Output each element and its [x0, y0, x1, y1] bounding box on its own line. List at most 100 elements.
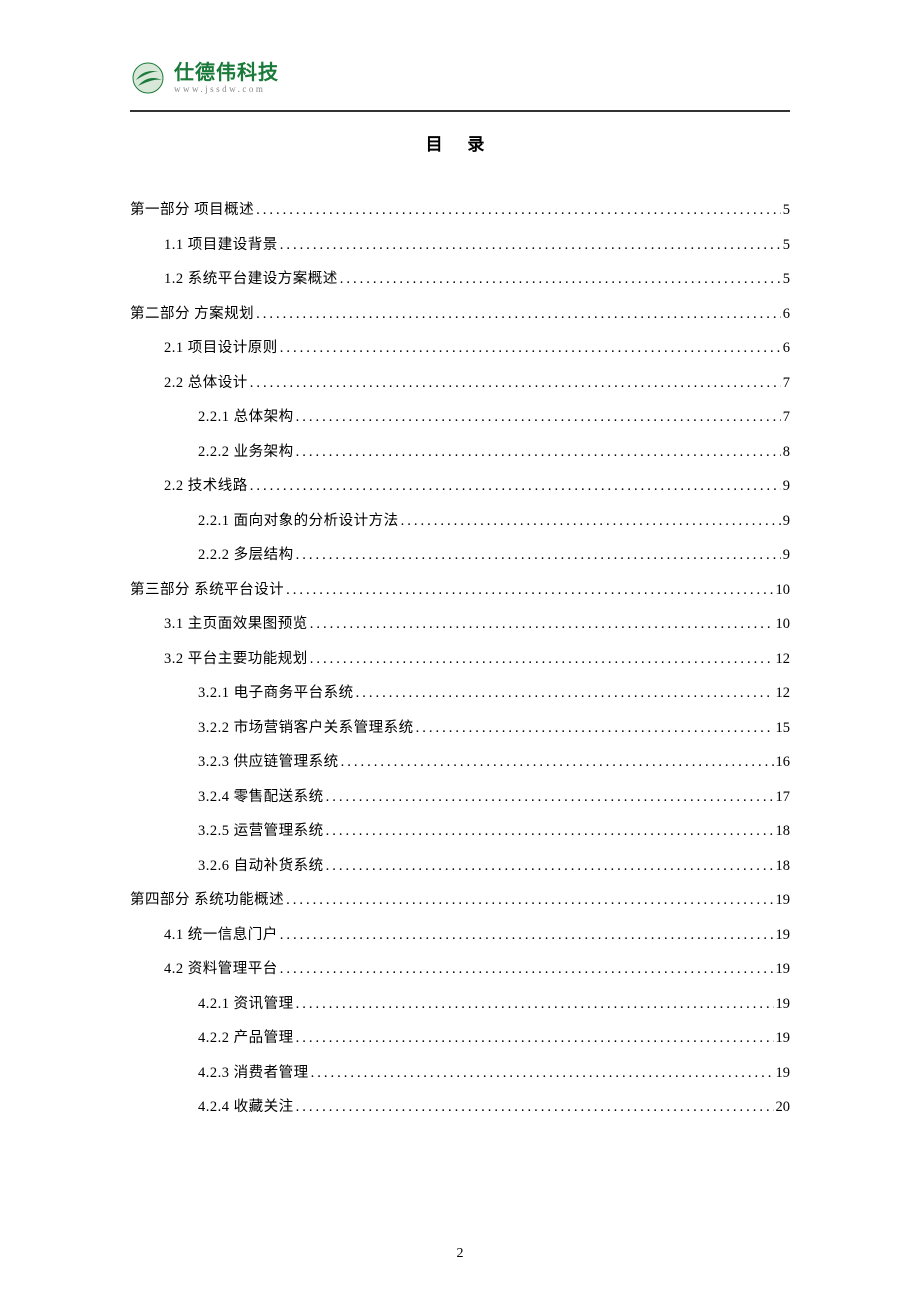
toc-entry-page: 19 — [776, 1031, 791, 1046]
toc-entry: 4.2.4 收藏关注 20 — [130, 1100, 790, 1115]
toc-entry-page: 19 — [776, 1066, 791, 1081]
toc-entry: 4.2.2 产品管理 19 — [130, 1031, 790, 1046]
toc-entry-page: 18 — [776, 859, 791, 874]
toc-leader-dots — [326, 824, 774, 839]
toc-leader-dots — [341, 755, 774, 770]
toc-entry-label: 2.2.2 多层结构 — [198, 548, 294, 563]
toc-entry: 4.2.3 消费者管理19 — [130, 1066, 790, 1081]
toc-entry-page: 18 — [776, 824, 791, 839]
toc-leader-dots — [310, 617, 774, 632]
toc-title: 目 录 — [130, 130, 790, 155]
toc-leader-dots — [326, 859, 774, 874]
toc-entry: 2.2.1 面向对象的分析设计方法 9 — [130, 514, 790, 529]
toc-entry-label: 第二部分 方案规划 — [130, 307, 254, 322]
toc-entry-label: 1.2 系统平台建设方案概述 — [164, 272, 338, 287]
toc-entry-page: 9 — [783, 514, 790, 529]
toc-leader-dots — [280, 928, 774, 943]
toc-leader-dots — [296, 410, 781, 425]
page-number: 2 — [457, 1246, 464, 1261]
toc-entry: 2.2.2 多层结构 9 — [130, 548, 790, 563]
toc-entry-page: 10 — [776, 583, 791, 598]
toc-leader-dots — [256, 203, 781, 218]
toc-leader-dots — [250, 479, 781, 494]
toc-entry-page: 10 — [776, 617, 791, 632]
toc-leader-dots — [326, 790, 774, 805]
company-logo-icon — [130, 60, 166, 96]
page-header: 仕德伟科技 www.jssdw.com — [130, 60, 790, 112]
company-name: 仕德伟科技 — [174, 63, 279, 83]
toc-leader-dots — [401, 514, 781, 529]
toc-entry-label: 1.1 项目建设背景 — [164, 238, 278, 253]
toc-entry-label: 2.2 技术线路 — [164, 479, 248, 494]
toc-entry: 2.2 总体设计 7 — [130, 376, 790, 391]
toc-entry-label: 4.2 资料管理平台 — [164, 962, 278, 977]
toc-entry-label: 4.2.4 收藏关注 — [198, 1100, 294, 1115]
toc-entry-label: 2.2.1 面向对象的分析设计方法 — [198, 514, 399, 529]
toc-entry: 3.2.5 运营管理系统 18 — [130, 824, 790, 839]
toc-entry-page: 6 — [783, 341, 790, 356]
toc-entry-page: 5 — [783, 272, 790, 287]
toc-leader-dots — [356, 686, 774, 701]
toc-entry-page: 9 — [783, 548, 790, 563]
toc-entry: 第三部分 系统平台设计 10 — [130, 583, 790, 598]
toc-entry-page: 17 — [776, 790, 791, 805]
toc-entry: 4.2 资料管理平台 19 — [130, 962, 790, 977]
toc-entry: 1.2 系统平台建设方案概述 5 — [130, 272, 790, 287]
toc-entry: 3.2 平台主要功能规划 12 — [130, 652, 790, 667]
toc-entry-page: 7 — [783, 410, 790, 425]
toc-entry-page: 20 — [776, 1100, 791, 1115]
toc-entry-label: 2.2 总体设计 — [164, 376, 248, 391]
table-of-contents: 第一部分 项目概述 5 1.1 项目建设背景 5 1.2 系统平台建设方案概述 5 第二部分… — [130, 203, 790, 1115]
toc-entry-label: 4.2.1 资讯管理 — [198, 997, 294, 1012]
toc-entry-label: 2.1 项目设计原则 — [164, 341, 278, 356]
toc-entry: 2.2 技术线路 9 — [130, 479, 790, 494]
toc-entry-page: 9 — [783, 479, 790, 494]
toc-entry-page: 5 — [783, 238, 790, 253]
toc-entry-label: 3.2.2 市场营销客户关系管理系统 — [198, 721, 414, 736]
toc-entry-label: 第一部分 项目概述 — [130, 203, 254, 218]
toc-leader-dots — [296, 997, 774, 1012]
toc-leader-dots — [280, 238, 781, 253]
toc-entry-label: 3.2.5 运营管理系统 — [198, 824, 324, 839]
toc-entry: 3.2.4 零售配送系统 17 — [130, 790, 790, 805]
toc-leader-dots — [416, 721, 774, 736]
toc-leader-dots — [296, 1031, 774, 1046]
toc-entry-label: 4.2.2 产品管理 — [198, 1031, 294, 1046]
toc-leader-dots — [296, 548, 781, 563]
toc-entry-page: 7 — [783, 376, 790, 391]
toc-entry: 1.1 项目建设背景 5 — [130, 238, 790, 253]
toc-entry-label: 2.2.2 业务架构 — [198, 445, 294, 460]
toc-entry: 2.2.2 业务架构 8 — [130, 445, 790, 460]
toc-leader-dots — [286, 583, 773, 598]
toc-leader-dots — [286, 893, 773, 908]
toc-entry-label: 3.2.4 零售配送系统 — [198, 790, 324, 805]
toc-entry-page: 19 — [776, 962, 791, 977]
toc-entry: 3.1 主页面效果图预览 10 — [130, 617, 790, 632]
company-url: www.jssdw.com — [174, 85, 279, 94]
toc-entry-label: 3.2 平台主要功能规划 — [164, 652, 308, 667]
toc-entry-page: 6 — [783, 307, 790, 322]
toc-entry: 3.2.1 电子商务平台系统12 — [130, 686, 790, 701]
toc-entry: 3.2.3 供应链管理系统 16 — [130, 755, 790, 770]
company-logo-text: 仕德伟科技 www.jssdw.com — [174, 63, 279, 94]
toc-leader-dots — [256, 307, 781, 322]
toc-entry: 3.2.6 自动补货系统18 — [130, 859, 790, 874]
toc-entry-page: 8 — [783, 445, 790, 460]
toc-leader-dots — [311, 1066, 774, 1081]
toc-entry: 3.2.2 市场营销客户关系管理系统15 — [130, 721, 790, 736]
toc-entry-page: 12 — [776, 652, 791, 667]
toc-entry-label: 第三部分 系统平台设计 — [130, 583, 284, 598]
toc-leader-dots — [250, 376, 781, 391]
toc-entry-label: 3.1 主页面效果图预览 — [164, 617, 308, 632]
toc-entry: 第四部分 系统功能概述19 — [130, 893, 790, 908]
toc-entry-page: 16 — [776, 755, 791, 770]
toc-entry-page: 5 — [783, 203, 790, 218]
toc-entry-label: 第四部分 系统功能概述 — [130, 893, 284, 908]
toc-leader-dots — [340, 272, 781, 287]
toc-leader-dots — [296, 445, 781, 460]
page-footer: 2 — [0, 1246, 920, 1262]
toc-entry: 4.1 统一信息门户19 — [130, 928, 790, 943]
toc-entry-label: 2.2.1 总体架构 — [198, 410, 294, 425]
toc-entry: 2.1 项目设计原则 6 — [130, 341, 790, 356]
toc-entry: 第一部分 项目概述 5 — [130, 203, 790, 218]
